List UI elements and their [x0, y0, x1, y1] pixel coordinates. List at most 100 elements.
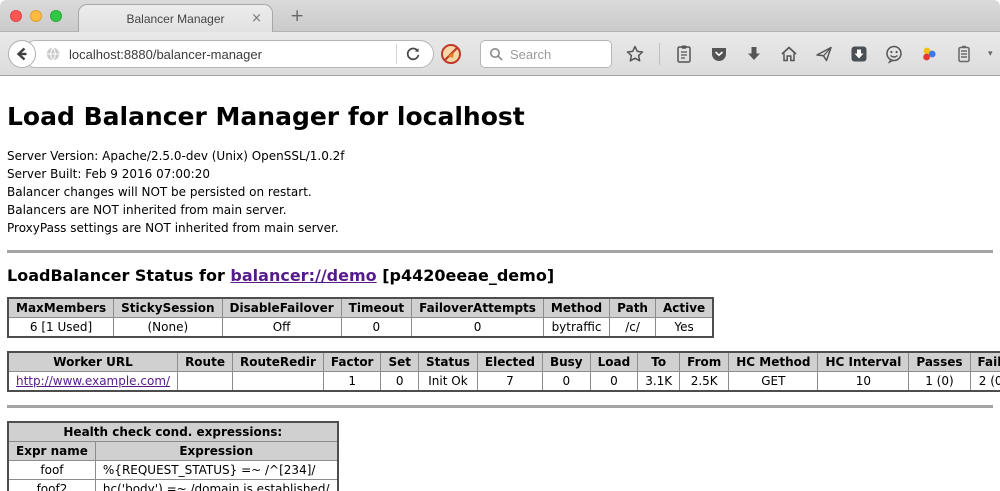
column-header: FailoverAttempts	[412, 298, 544, 318]
url-input[interactable]: localhost:8880/balancer-manager	[69, 47, 396, 62]
table-cell: /c/	[610, 318, 656, 338]
minimize-window-button[interactable]	[30, 10, 42, 22]
column-header: HC Interval	[818, 352, 909, 372]
caret-down-icon[interactable]: ▾	[988, 49, 993, 59]
column-header: To	[638, 352, 680, 372]
table-cell: Off	[222, 318, 341, 338]
table-cell: GET	[729, 372, 818, 392]
table-cell: 3.1K	[638, 372, 680, 392]
inherit-warning-line: Balancers are NOT inherited from main se…	[7, 201, 993, 219]
table-cell: 0	[381, 372, 419, 392]
search-field[interactable]: Search	[480, 40, 612, 68]
table-cell: %{REQUEST_STATUS} =~ /^[234]/	[95, 461, 337, 480]
back-icon	[14, 46, 30, 62]
table-cell: foof	[8, 461, 95, 480]
column-header: Expr name	[8, 442, 95, 461]
column-header: MaxMembers	[8, 298, 114, 318]
reload-button[interactable]	[405, 46, 421, 62]
extension-dots-button[interactable]	[918, 42, 940, 66]
reading-list-button[interactable]	[673, 42, 695, 66]
table-row: foof2hc('body') =~ /domain is establishe…	[8, 480, 338, 491]
send-plane-icon	[814, 44, 834, 64]
search-icon	[489, 47, 503, 61]
table-cell	[232, 372, 323, 392]
smiley-icon	[884, 44, 904, 64]
column-header: Path	[610, 298, 656, 318]
feedback-button[interactable]	[883, 42, 905, 66]
home-icon	[779, 44, 799, 64]
video-download-button[interactable]	[848, 42, 870, 66]
table-cell: Init Ok	[419, 372, 478, 392]
column-header: Passes	[909, 352, 970, 372]
worker-url-link[interactable]: http://www.example.com/	[16, 374, 170, 388]
pocket-icon	[709, 44, 729, 64]
column-header: From	[680, 352, 729, 372]
table-cell: 2 (0)	[970, 372, 1000, 392]
proxypass-warning-line: ProxyPass settings are NOT inherited fro…	[7, 219, 993, 237]
downloads-button[interactable]	[743, 42, 765, 66]
heading-prefix: LoadBalancer Status for	[7, 266, 230, 285]
bookmark-star-button[interactable]	[624, 42, 646, 66]
table-row: http://www.example.com/10Init Ok7003.1K2…	[8, 372, 1000, 392]
server-built-line: Server Built: Feb 9 2016 07:00:20	[7, 165, 993, 183]
page-title: Load Balancer Manager for localhost	[7, 102, 993, 131]
persist-warning-line: Balancer changes will NOT be persisted o…	[7, 183, 993, 201]
column-header: Method	[543, 298, 609, 318]
pocket-button[interactable]	[708, 42, 730, 66]
column-header: DisableFailover	[222, 298, 341, 318]
table-cell	[178, 372, 233, 392]
battery-icon	[955, 44, 973, 64]
column-header: Factor	[323, 352, 381, 372]
tab-balancer-manager[interactable]: Balancer Manager ×	[78, 4, 273, 32]
column-header: Active	[655, 298, 713, 318]
titlebar: Balancer Manager × +	[0, 0, 1000, 32]
divider	[7, 250, 993, 253]
download-arrow-icon	[745, 44, 763, 64]
tab-title: Balancer Manager	[126, 12, 224, 26]
balancer-demo-link[interactable]: balancer://demo	[230, 266, 376, 285]
home-button[interactable]	[778, 42, 800, 66]
table-cell: 0	[341, 318, 411, 338]
close-window-button[interactable]	[10, 10, 22, 22]
tab-close-icon[interactable]: ×	[251, 11, 262, 26]
table-cell: 0	[412, 318, 544, 338]
globe-icon	[45, 46, 61, 62]
table-caption: Health check cond. expressions:	[8, 422, 338, 442]
download-box-icon	[849, 44, 869, 64]
urlbar-divider	[396, 44, 397, 64]
table-cell: 6 [1 Used]	[8, 318, 114, 338]
column-header: Busy	[542, 352, 590, 372]
table-cell: (None)	[114, 318, 222, 338]
column-header: Load	[590, 352, 638, 372]
table-cell: 0	[542, 372, 590, 392]
column-header: HC Method	[729, 352, 818, 372]
table-cell: 1 (0)	[909, 372, 970, 392]
column-header: RouteRedir	[232, 352, 323, 372]
clipboard-icon	[675, 44, 693, 64]
table-cell: 1	[323, 372, 381, 392]
table-cell: http://www.example.com/	[8, 372, 178, 392]
table-cell: 10	[818, 372, 909, 392]
browser-chrome: Balancer Manager × + localhost:8880/bala…	[0, 0, 1000, 76]
window-controls	[10, 10, 62, 22]
back-button[interactable]	[8, 40, 36, 68]
content-blocker-button[interactable]	[440, 43, 462, 65]
column-header: Worker URL	[8, 352, 178, 372]
colored-dots-icon	[919, 44, 939, 64]
table-cell: hc('body') =~ /domain is established/	[95, 480, 337, 491]
new-tab-button[interactable]: +	[290, 6, 304, 26]
reload-icon	[405, 46, 421, 62]
health-check-table: Health check cond. expressions:Expr name…	[7, 421, 339, 491]
table-cell: 7	[477, 372, 542, 392]
send-tab-button[interactable]	[813, 42, 835, 66]
bookmark-star-icon	[625, 44, 645, 64]
column-header: Status	[419, 352, 478, 372]
divider	[7, 405, 993, 408]
zoom-window-button[interactable]	[50, 10, 62, 22]
column-header: Timeout	[341, 298, 411, 318]
column-header: Expression	[95, 442, 337, 461]
url-bar[interactable]: localhost:8880/balancer-manager	[22, 40, 434, 68]
battery-extension-button[interactable]	[953, 42, 975, 66]
table-row: 6 [1 Used](None)Off00bytraffic/c/Yes	[8, 318, 713, 338]
navigation-toolbar: localhost:8880/balancer-manager Search	[0, 32, 1000, 76]
